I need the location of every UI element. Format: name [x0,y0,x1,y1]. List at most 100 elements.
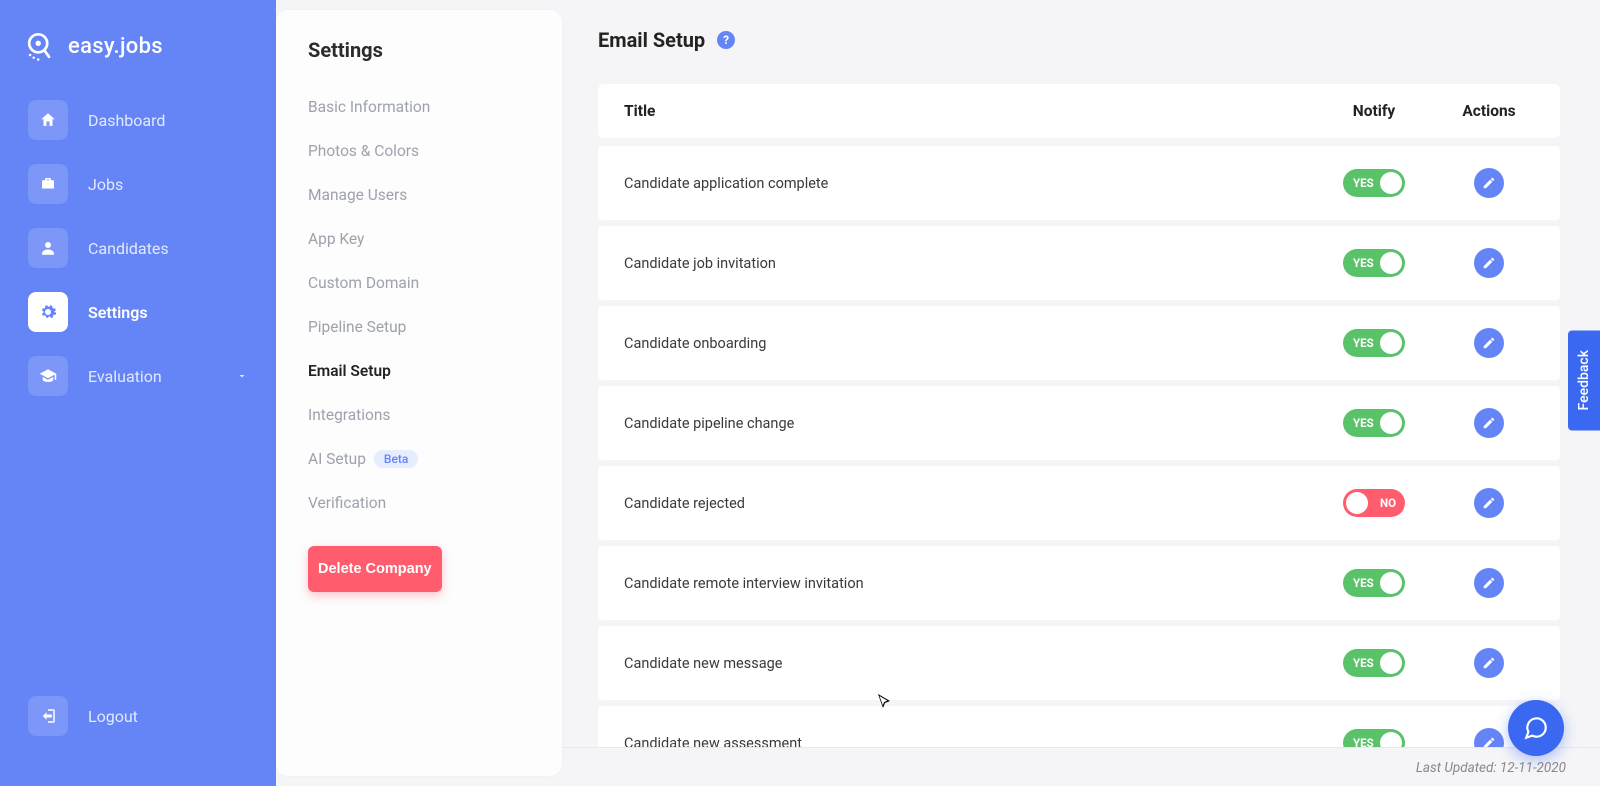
toggle-text: YES [1353,336,1374,350]
row-actions [1434,568,1544,598]
sidebar-item-settings[interactable]: Settings [18,284,258,340]
toggle-knob [1380,252,1402,274]
settings-item-label: Photos & Colors [308,142,419,160]
settings-item-ai-setup[interactable]: AI Setup Beta [276,438,562,480]
brand-logo[interactable]: easy.jobs [18,20,258,92]
settings-item-label: App Key [308,230,364,248]
settings-item-label: Integrations [308,406,390,424]
row-actions [1434,488,1544,518]
settings-item-custom-domain[interactable]: Custom Domain [276,262,562,304]
row-actions [1434,328,1544,358]
toggle-knob [1380,172,1402,194]
edit-button[interactable] [1474,248,1504,278]
row-actions [1434,408,1544,438]
brand-name: easy.jobs [68,34,163,59]
toggle-knob [1346,492,1368,514]
settings-item-label: AI Setup [308,450,366,468]
notify-toggle[interactable]: YES [1343,329,1405,357]
toggle-text: NO [1380,496,1396,510]
row-title: Candidate rejected [614,495,1314,512]
notify-toggle[interactable]: NO [1343,489,1405,517]
row-title: Candidate pipeline change [614,415,1314,432]
sidebar-item-label: Candidates [88,239,169,258]
pencil-icon [1482,176,1496,190]
edit-button[interactable] [1474,328,1504,358]
page-title: Email Setup [598,28,705,52]
settings-item-manage-users[interactable]: Manage Users [276,174,562,216]
row-notify: YES [1314,409,1434,437]
sidebar-item-dashboard[interactable]: Dashboard [18,92,258,148]
settings-item-pipeline-setup[interactable]: Pipeline Setup [276,306,562,348]
table-body: Candidate application completeYESCandida… [598,146,1560,780]
row-notify: NO [1314,489,1434,517]
chevron-down-icon [236,367,248,386]
feedback-tab[interactable]: Feedback [1568,330,1600,430]
logout-label: Logout [88,707,138,726]
toggle-knob [1380,332,1402,354]
table-row: Candidate job invitation YES [598,226,1560,300]
table-row: Candidate rejected NO [598,466,1560,540]
row-title: Candidate remote interview invitation [614,575,1314,592]
settings-item-app-key[interactable]: App Key [276,218,562,260]
logout-button[interactable]: Logout [18,688,258,766]
edit-button[interactable] [1474,168,1504,198]
toggle-knob [1380,572,1402,594]
edit-button[interactable] [1474,408,1504,438]
settings-item-email-setup[interactable]: Email Setup [276,350,562,392]
edit-button[interactable] [1474,568,1504,598]
table-row: Candidate remote interview invitation YES [598,546,1560,620]
edit-button[interactable] [1474,488,1504,518]
toggle-text: YES [1353,656,1374,670]
toggle-text: YES [1353,256,1374,270]
row-title: Candidate application complete [614,175,1314,192]
col-title: Title [614,102,1314,120]
settings-item-label: Email Setup [308,362,391,380]
row-actions [1434,648,1544,678]
sidebar-item-evaluation[interactable]: Evaluation [18,348,258,404]
sidebar-item-label: Settings [88,303,148,322]
sidebar-item-label: Dashboard [88,111,165,130]
settings-item-label: Custom Domain [308,274,419,292]
email-table: Title Notify Actions Candidate applicati… [598,84,1560,786]
row-notify: YES [1314,249,1434,277]
pencil-icon [1482,576,1496,590]
sidebar-item-candidates[interactable]: Candidates [18,220,258,276]
pencil-icon [1482,496,1496,510]
help-icon[interactable]: ? [717,31,735,49]
notify-toggle[interactable]: YES [1343,569,1405,597]
main-content: Email Setup ? Title Notify Actions Candi… [562,0,1600,786]
row-title: Candidate job invitation [614,255,1314,272]
primary-nav: Dashboard Jobs Candidates Settings [18,92,258,404]
sidebar-item-jobs[interactable]: Jobs [18,156,258,212]
pencil-icon [1482,656,1496,670]
notify-toggle[interactable]: YES [1343,409,1405,437]
row-notify: YES [1314,169,1434,197]
settings-submenu: Settings Basic Information Photos & Colo… [276,10,562,776]
chat-bubble-button[interactable] [1508,700,1564,756]
row-title: Candidate onboarding [614,335,1314,352]
notify-toggle[interactable]: YES [1343,169,1405,197]
notify-toggle[interactable]: YES [1343,249,1405,277]
row-notify: YES [1314,649,1434,677]
logo-icon [22,28,58,64]
settings-list: Basic Information Photos & Colors Manage… [276,86,562,524]
table-row: Candidate new messageYES [598,626,1560,700]
settings-item-photos-colors[interactable]: Photos & Colors [276,130,562,172]
edit-button[interactable] [1474,648,1504,678]
table-header: Title Notify Actions [598,84,1560,138]
delete-company-button[interactable]: Delete Company [308,546,442,592]
row-notify: YES [1314,329,1434,357]
chat-icon [1523,715,1549,741]
beta-badge: Beta [374,450,418,468]
settings-item-integrations[interactable]: Integrations [276,394,562,436]
col-actions: Actions [1434,102,1544,120]
settings-item-verification[interactable]: Verification [276,482,562,524]
toggle-knob [1380,412,1402,434]
settings-item-label: Pipeline Setup [308,318,406,336]
sidebar-item-label: Evaluation [88,367,162,386]
sidebar-item-label: Jobs [88,175,123,194]
settings-item-basic-information[interactable]: Basic Information [276,86,562,128]
settings-item-label: Verification [308,494,386,512]
notify-toggle[interactable]: YES [1343,649,1405,677]
graduation-cap-icon [28,356,68,396]
